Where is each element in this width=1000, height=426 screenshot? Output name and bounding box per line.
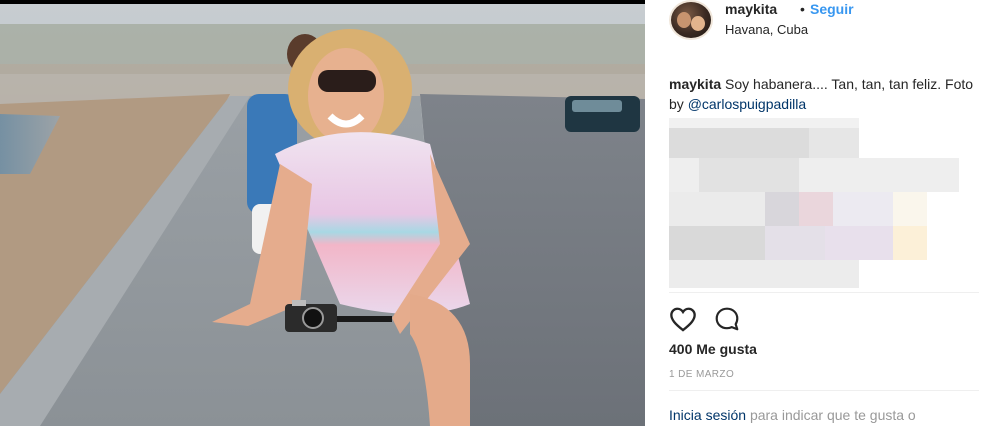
caption-mention-link[interactable]: @carlospuigpadilla bbox=[688, 96, 807, 112]
follow-button[interactable]: Seguir bbox=[810, 1, 854, 17]
caption-username[interactable]: maykita bbox=[669, 76, 721, 92]
post-header: maykita • Seguir Havana, Cuba bbox=[669, 0, 990, 44]
divider bbox=[669, 292, 979, 293]
likes-count[interactable]: 400 Me gusta bbox=[669, 341, 757, 357]
login-link[interactable]: Inicia sesión bbox=[669, 407, 746, 423]
avatar[interactable] bbox=[669, 0, 713, 40]
separator-dot: • bbox=[800, 1, 805, 17]
divider bbox=[669, 390, 979, 391]
blurred-comments-placeholder bbox=[669, 118, 969, 288]
post-username[interactable]: maykita bbox=[725, 1, 777, 17]
login-prompt: Inicia sesión para indicar que te gusta … bbox=[669, 407, 916, 423]
comment-bubble-icon[interactable] bbox=[713, 306, 741, 332]
post-photo[interactable] bbox=[0, 4, 645, 426]
login-prompt-text: para indicar que te gusta o bbox=[749, 407, 916, 423]
post-caption: maykita Soy habanera.... Tan, tan, tan f… bbox=[669, 74, 989, 114]
post-location[interactable]: Havana, Cuba bbox=[725, 22, 808, 37]
post-side-panel: maykita • Seguir Havana, Cuba maykita So… bbox=[645, 0, 1000, 426]
post-date: 1 DE MARZO bbox=[669, 369, 735, 380]
heart-outline-icon[interactable] bbox=[669, 306, 697, 332]
